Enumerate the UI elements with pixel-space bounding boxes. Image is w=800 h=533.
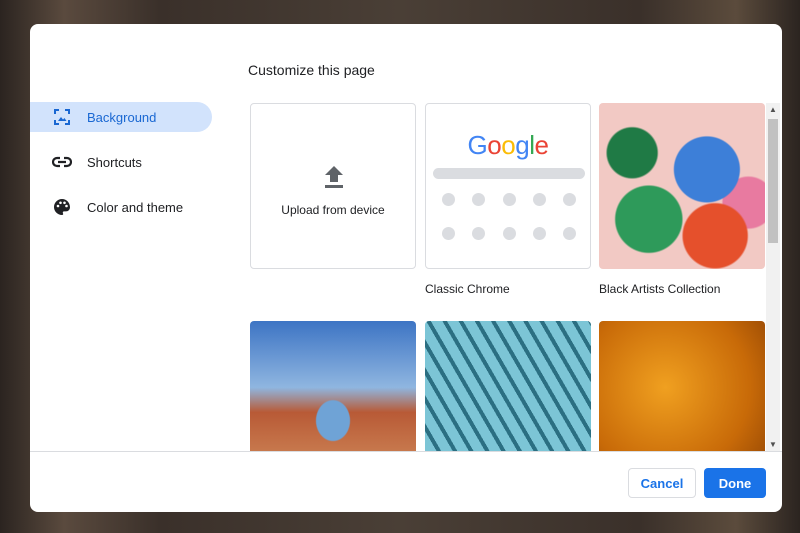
scroll-up-arrow-icon[interactable]: ▲ [769,105,777,114]
done-button[interactable]: Done [704,468,766,498]
search-bar-placeholder [433,168,585,179]
palette-icon [52,197,72,217]
scrollbar-thumb[interactable] [768,119,778,243]
sidebar: Background Shortcuts Color and theme [30,102,212,237]
google-logo: Google [467,130,549,160]
scrollbar[interactable]: ▲ ▼ [766,103,780,451]
upload-icon [323,164,345,193]
sidebar-item-color-and-theme[interactable]: Color and theme [30,192,212,222]
arch-tile[interactable] [250,321,416,451]
tile-label: Black Artists Collection [599,282,721,296]
cancel-button[interactable]: Cancel [628,468,696,498]
classic-chrome-tile[interactable]: Google Classic Chrome [425,103,591,296]
sidebar-item-shortcuts[interactable]: Shortcuts [30,147,212,177]
dialog-title: Customize this page [248,62,375,78]
sidebar-item-label: Shortcuts [87,154,142,170]
image-icon [52,107,72,127]
orange-texture-tile[interactable] [599,321,765,451]
black-artists-tile[interactable]: Black Artists Collection [599,103,765,296]
sidebar-item-background[interactable]: Background [30,102,212,132]
background-grid: Upload from device Google Classic Chrome… [250,103,766,451]
customize-dialog: Customize this page Background Shortcuts… [30,24,782,512]
scroll-down-arrow-icon[interactable]: ▼ [769,440,777,449]
architecture-tile[interactable] [425,321,591,451]
upload-label: Upload from device [281,203,385,217]
dialog-footer: Cancel Done [30,451,782,512]
sidebar-item-label: Color and theme [87,199,184,215]
upload-tile[interactable]: Upload from device [250,103,416,269]
tile-label: Classic Chrome [425,282,510,296]
link-icon [52,152,72,172]
sidebar-item-label: Background [87,109,157,125]
